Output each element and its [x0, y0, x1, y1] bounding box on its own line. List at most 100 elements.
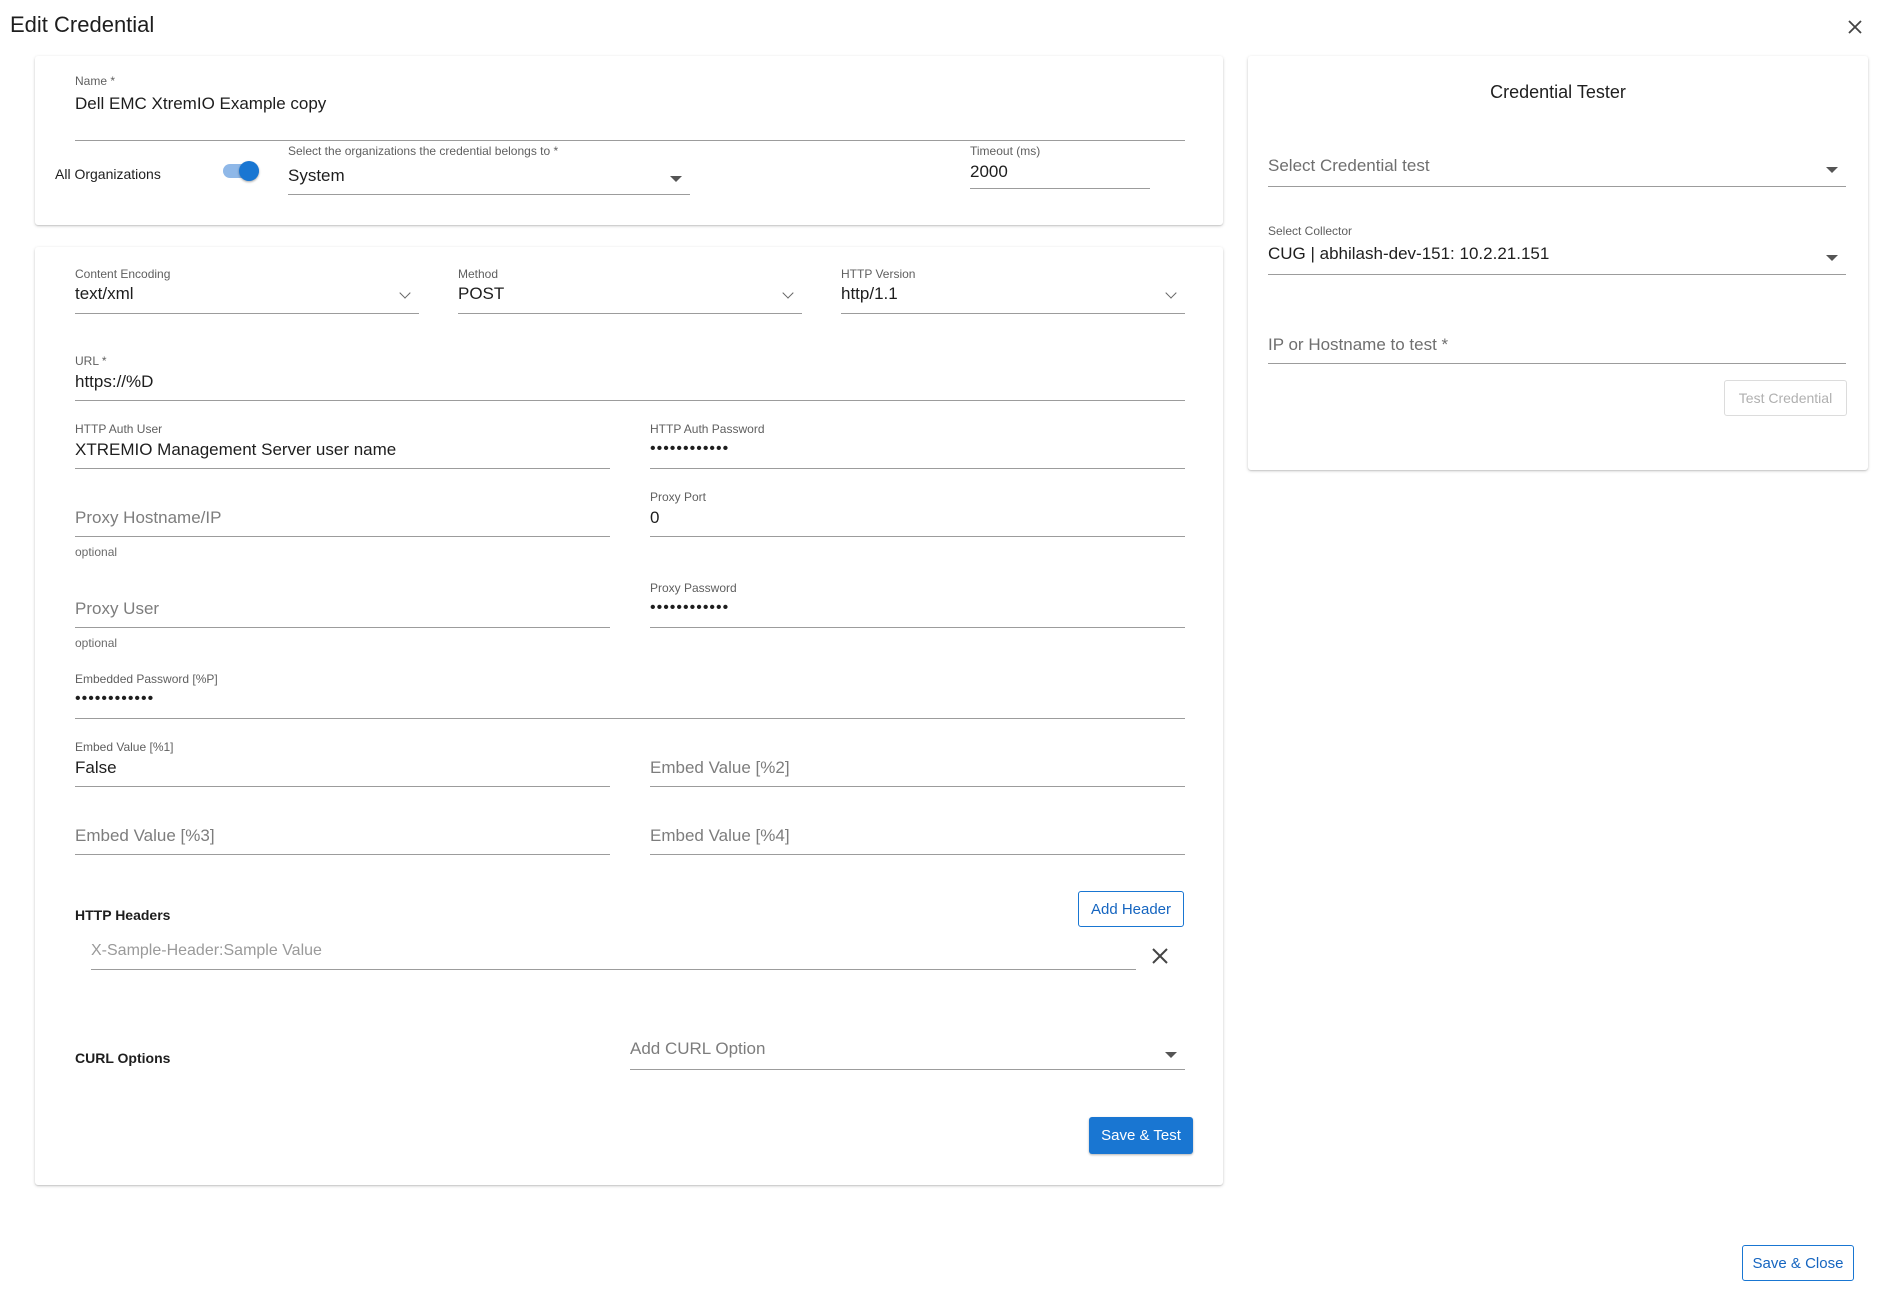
timeout-value: 2000	[970, 162, 1008, 181]
auth-password-label: HTTP Auth Password	[650, 422, 765, 436]
general-card: Name * Dell EMC XtremIO Example copy All…	[35, 56, 1223, 225]
test-credential-button[interactable]: Test Credential	[1724, 380, 1847, 416]
method-value: POST	[458, 284, 505, 303]
proxy-host-placeholder: Proxy Hostname/IP	[75, 508, 222, 527]
url-underline	[75, 400, 1185, 401]
ip-hostname-field[interactable]: IP or Hostname to test *	[1268, 335, 1846, 375]
embedded-password-label: Embedded Password [%P]	[75, 672, 218, 686]
auth-user-label: HTTP Auth User	[75, 422, 163, 436]
header-underline	[91, 969, 1136, 970]
http-version-value: http/1.1	[841, 284, 898, 303]
url-label: URL	[75, 354, 99, 368]
proxy-password-underline	[650, 627, 1185, 628]
embedded-password-value: ••••••••••••	[75, 690, 155, 707]
orgs-value: System	[288, 166, 345, 185]
content-encoding-value: text/xml	[75, 284, 134, 303]
curl-options-label: CURL Options	[75, 1050, 171, 1066]
save-and-close-button[interactable]: Save & Close	[1742, 1245, 1854, 1281]
embedded-password-underline	[75, 718, 1185, 719]
proxy-port-underline	[650, 536, 1185, 537]
proxy-password-value: ••••••••••••	[650, 599, 730, 616]
proxy-host-helper: optional	[75, 545, 118, 559]
embed-value-1-label: Embed Value [%1]	[75, 740, 174, 754]
ip-hostname-placeholder: IP or Hostname to test	[1268, 335, 1437, 354]
proxy-password-label: Proxy Password	[650, 581, 737, 595]
embedded-password-field[interactable]: Embedded Password [%P] ••••••••••••	[75, 672, 1185, 722]
http-version-label: HTTP Version	[841, 267, 916, 281]
chevron-down-icon	[1165, 287, 1177, 299]
embed-value-4-placeholder: Embed Value [%4]	[650, 826, 790, 845]
save-and-test-button[interactable]: Save & Test	[1089, 1117, 1193, 1154]
collector-value: CUG | abhilash-dev-151: 10.2.21.151	[1268, 244, 1550, 263]
embed-value-4-field[interactable]: Embed Value [%4]	[650, 808, 1185, 858]
auth-password-underline	[650, 468, 1185, 469]
proxy-port-value: 0	[650, 508, 660, 527]
embed-value-1-field[interactable]: Embed Value [%1] False	[75, 740, 610, 790]
name-value: Dell EMC XtremIO Example copy	[75, 94, 327, 113]
embed-value-1-underline	[75, 786, 610, 787]
timeout-underline	[970, 188, 1150, 189]
embed-value-3-field[interactable]: Embed Value [%3]	[75, 808, 610, 858]
encoding-underline	[75, 313, 419, 314]
name-label: Name	[75, 74, 108, 88]
all-orgs-label: All Organizations	[55, 166, 161, 182]
embed-value-2-placeholder: Embed Value [%2]	[650, 758, 790, 777]
proxy-port-field[interactable]: Proxy Port 0	[650, 490, 1185, 540]
header-placeholder: X-Sample-Header:Sample Value	[91, 942, 322, 959]
toggle-knob	[239, 161, 259, 181]
credential-tester-title: Credential Tester	[1490, 82, 1626, 102]
curl-option-placeholder: Add CURL Option	[630, 1039, 766, 1058]
method-underline	[458, 313, 802, 314]
proxy-password-field[interactable]: Proxy Password ••••••••••••	[650, 581, 1185, 631]
content-encoding-label: Content Encoding	[75, 267, 171, 281]
timeout-label: Timeout (ms)	[970, 144, 1041, 158]
credential-test-underline	[1268, 186, 1846, 187]
embed-value-2-field[interactable]: Embed Value [%2]	[650, 740, 1185, 790]
orgs-underline	[288, 194, 690, 195]
embed-value-2-underline	[650, 786, 1185, 787]
method-select[interactable]: Method POST	[458, 267, 802, 317]
credential-test-placeholder: Select Credential test	[1268, 156, 1430, 175]
url-value: https://%D	[75, 372, 154, 391]
caret-down-icon	[1165, 1052, 1177, 1058]
embed-value-1-value: False	[75, 758, 117, 777]
collector-underline	[1268, 274, 1846, 275]
chevron-down-icon	[782, 287, 794, 299]
curl-underline	[630, 1069, 1185, 1070]
embed-value-3-underline	[75, 854, 610, 855]
close-icon[interactable]	[1150, 946, 1170, 966]
name-underline	[75, 140, 1185, 141]
auth-password-field[interactable]: HTTP Auth Password ••••••••••••	[650, 422, 1185, 472]
all-orgs-toggle[interactable]	[221, 159, 261, 183]
http-version-underline	[841, 313, 1185, 314]
http-headers-label: HTTP Headers	[75, 907, 171, 923]
caret-down-icon	[1826, 255, 1838, 261]
header-input[interactable]: X-Sample-Header:Sample Value	[91, 942, 1136, 992]
proxy-user-field[interactable]: Proxy User optional	[75, 581, 610, 651]
name-field[interactable]: Name * Dell EMC XtremIO Example copy	[75, 74, 1185, 141]
http-version-select[interactable]: HTTP Version http/1.1	[841, 267, 1185, 317]
collector-select[interactable]: Select Collector CUG | abhilash-dev-151:…	[1268, 224, 1846, 280]
auth-user-underline	[75, 468, 610, 469]
credential-tester-card: Credential Tester Select Credential test…	[1248, 56, 1868, 470]
url-field[interactable]: URL * https://%D	[75, 354, 1185, 404]
proxy-host-underline	[75, 536, 610, 537]
caret-down-icon	[1826, 167, 1838, 173]
proxy-user-helper: optional	[75, 636, 118, 650]
auth-password-value: ••••••••••••	[650, 440, 730, 457]
auth-user-value: XTREMIO Management Server user name	[75, 440, 397, 459]
auth-user-field[interactable]: HTTP Auth User XTREMIO Management Server…	[75, 422, 610, 472]
orgs-select[interactable]: Select the organizations the credential …	[288, 144, 690, 196]
add-header-button[interactable]: Add Header	[1078, 891, 1184, 927]
proxy-host-field[interactable]: Proxy Hostname/IP optional	[75, 490, 610, 560]
credential-test-select[interactable]: Select Credential test	[1268, 156, 1846, 196]
caret-down-icon	[670, 176, 682, 182]
close-icon[interactable]	[1842, 14, 1868, 40]
embed-value-4-underline	[650, 854, 1185, 855]
timeout-field[interactable]: Timeout (ms) 2000	[970, 144, 1150, 192]
content-encoding-select[interactable]: Content Encoding text/xml	[75, 267, 419, 317]
chevron-down-icon	[399, 287, 411, 299]
curl-option-select[interactable]: Add CURL Option	[630, 1039, 1185, 1089]
method-label: Method	[458, 267, 499, 281]
proxy-port-label: Proxy Port	[650, 490, 707, 504]
